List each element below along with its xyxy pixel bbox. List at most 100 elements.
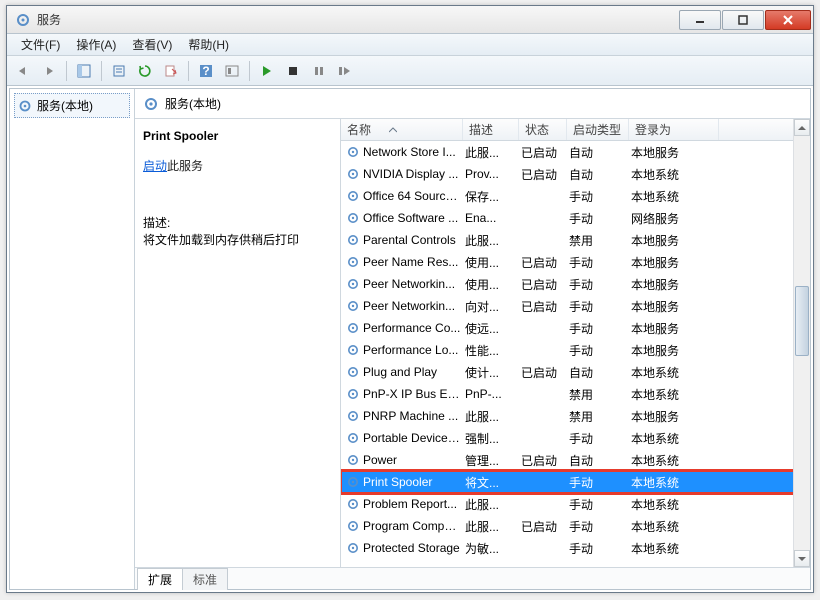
- cell-start: 手动: [569, 188, 631, 205]
- scroll-thumb[interactable]: [795, 286, 809, 356]
- cell-name: Print Spooler: [363, 475, 465, 489]
- menu-help[interactable]: 帮助(H): [180, 34, 237, 55]
- scroll-down-button[interactable]: [794, 550, 810, 567]
- stop-service-button[interactable]: [281, 59, 305, 83]
- menu-file[interactable]: 文件(F): [13, 34, 68, 55]
- export-list-button[interactable]: [159, 59, 183, 83]
- gear-icon: [345, 518, 361, 534]
- menu-action[interactable]: 操作(A): [68, 34, 124, 55]
- gear-icon: [345, 474, 361, 490]
- cell-name: Protected Storage: [363, 541, 465, 555]
- service-row[interactable]: Portable Device ...强制...手动本地系统: [341, 427, 810, 449]
- maximize-button[interactable]: [722, 10, 764, 30]
- cell-logon: 本地服务: [631, 232, 721, 249]
- back-button[interactable]: [11, 59, 35, 83]
- tab-extended[interactable]: 扩展: [137, 568, 183, 590]
- cell-status: 已启动: [521, 364, 569, 381]
- view-tabs: 扩展 标准: [135, 567, 810, 589]
- cell-start: 禁用: [569, 232, 631, 249]
- menubar: 文件(F) 操作(A) 查看(V) 帮助(H): [7, 34, 813, 56]
- cell-name: Power: [363, 453, 465, 467]
- cell-start: 自动: [569, 166, 631, 183]
- service-row[interactable]: Print Spooler将文...手动本地系统: [341, 471, 810, 493]
- start-service-button[interactable]: [255, 59, 279, 83]
- cell-start: 禁用: [569, 386, 631, 403]
- cell-name: PnP-X IP Bus En...: [363, 387, 465, 401]
- cell-start: 自动: [569, 364, 631, 381]
- cell-name: Office Software ...: [363, 211, 465, 225]
- menu-view[interactable]: 查看(V): [124, 34, 180, 55]
- description-label: 描述:: [143, 214, 332, 231]
- service-row[interactable]: Plug and Play使计...已启动自动本地系统: [341, 361, 810, 383]
- cell-name: Problem Report...: [363, 497, 465, 511]
- content-area: 服务(本地) 服务(本地) Print Spooler 启动此服务 描述: 将文…: [9, 88, 811, 590]
- refresh-button[interactable]: [133, 59, 157, 83]
- gear-icon: [345, 254, 361, 270]
- cell-logon: 本地服务: [631, 254, 721, 271]
- cell-desc: 此服...: [465, 408, 521, 425]
- service-row[interactable]: Power管理...已启动自动本地系统: [341, 449, 810, 471]
- cell-start: 手动: [569, 430, 631, 447]
- col-description[interactable]: 描述: [463, 119, 519, 140]
- service-row[interactable]: Network Store I...此服...已启动自动本地服务: [341, 141, 810, 163]
- cell-desc: 向对...: [465, 298, 521, 315]
- minimize-button[interactable]: [679, 10, 721, 30]
- restart-service-button[interactable]: [333, 59, 357, 83]
- cell-logon: 本地系统: [631, 518, 721, 535]
- description-text: 将文件加载到内存供稍后打印: [143, 231, 332, 248]
- gear-icon: [345, 144, 361, 160]
- forward-button[interactable]: [37, 59, 61, 83]
- service-rows: Network Store I...此服...已启动自动本地服务NVIDIA D…: [341, 141, 810, 567]
- service-row[interactable]: Office Software ...Ena...手动网络服务: [341, 207, 810, 229]
- cell-start: 手动: [569, 276, 631, 293]
- titlebar[interactable]: 服务: [7, 6, 813, 34]
- cell-desc: 为敏...: [465, 540, 521, 557]
- cell-desc: Prov...: [465, 167, 521, 181]
- service-row[interactable]: Problem Report...此服...手动本地系统: [341, 493, 810, 515]
- help-button[interactable]: ?: [194, 59, 218, 83]
- service-row[interactable]: Performance Co...使远...手动本地服务: [341, 317, 810, 339]
- service-row[interactable]: NVIDIA Display ...Prov...已启动自动本地系统: [341, 163, 810, 185]
- column-headers: 名称 描述 状态 启动类型 登录为: [341, 119, 810, 141]
- service-row[interactable]: Protected Storage为敏...手动本地系统: [341, 537, 810, 559]
- col-name[interactable]: 名称: [341, 119, 463, 140]
- service-row[interactable]: Performance Lo...性能...手动本地服务: [341, 339, 810, 361]
- service-row[interactable]: Parental Controls此服...禁用本地服务: [341, 229, 810, 251]
- cell-name: PNRP Machine ...: [363, 409, 465, 423]
- selected-service-name: Print Spooler: [143, 129, 332, 143]
- start-service-link[interactable]: 启动: [143, 159, 167, 173]
- service-row[interactable]: Office 64 Source...保存...手动本地系统: [341, 185, 810, 207]
- cell-logon: 本地系统: [631, 364, 721, 381]
- cell-logon: 本地系统: [631, 474, 721, 491]
- cell-status: 已启动: [521, 452, 569, 469]
- show-hide-tree-button[interactable]: [72, 59, 96, 83]
- cell-logon: 本地系统: [631, 496, 721, 513]
- gear-icon: [345, 540, 361, 556]
- vertical-scrollbar[interactable]: [793, 119, 810, 567]
- col-status[interactable]: 状态: [519, 119, 567, 140]
- gear-icon: [345, 364, 361, 380]
- service-row[interactable]: Peer Name Res...使用...已启动手动本地服务: [341, 251, 810, 273]
- cell-name: Peer Name Res...: [363, 255, 465, 269]
- cell-logon: 本地系统: [631, 188, 721, 205]
- properties-button[interactable]: [107, 59, 131, 83]
- close-button[interactable]: [765, 10, 811, 30]
- service-row[interactable]: Peer Networkin...使用...已启动手动本地服务: [341, 273, 810, 295]
- col-logon-as[interactable]: 登录为: [629, 119, 719, 140]
- tree-item-services-local[interactable]: 服务(本地): [14, 93, 130, 118]
- service-row[interactable]: PNRP Machine ...此服...禁用本地服务: [341, 405, 810, 427]
- tab-standard[interactable]: 标准: [182, 568, 228, 590]
- service-row[interactable]: Peer Networkin...向对...已启动手动本地服务: [341, 295, 810, 317]
- scroll-track[interactable]: [794, 136, 810, 550]
- pause-service-button[interactable]: [307, 59, 331, 83]
- gear-icon: [345, 430, 361, 446]
- service-row[interactable]: PnP-X IP Bus En...PnP-...禁用本地系统: [341, 383, 810, 405]
- cell-desc: 保存...: [465, 188, 521, 205]
- cell-name: Plug and Play: [363, 365, 465, 379]
- scroll-up-button[interactable]: [794, 119, 810, 136]
- service-row[interactable]: Program Compa...此服...已启动手动本地系统: [341, 515, 810, 537]
- cell-logon: 本地服务: [631, 342, 721, 359]
- gear-icon: [345, 386, 361, 402]
- col-startup-type[interactable]: 启动类型: [567, 119, 629, 140]
- console-button[interactable]: [220, 59, 244, 83]
